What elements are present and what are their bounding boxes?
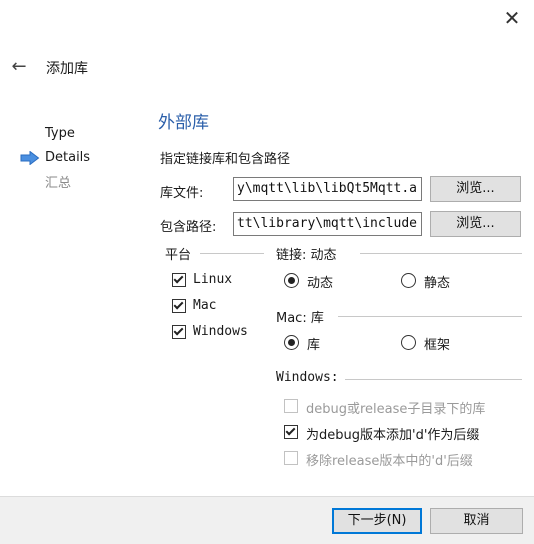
platform-mac-checkbox[interactable] xyxy=(172,299,186,313)
platform-linux-checkbox[interactable] xyxy=(172,273,186,287)
mac-library-label: 库 xyxy=(307,338,321,353)
current-step-arrow-icon xyxy=(20,151,40,165)
back-arrow-icon[interactable]: ← xyxy=(8,56,30,78)
linkage-static-label: 静态 xyxy=(424,276,451,291)
mac-library-radio[interactable] xyxy=(284,335,299,350)
windows-subdir-checkbox[interactable] xyxy=(284,399,298,413)
mac-framework-label: 框架 xyxy=(424,338,451,353)
platform-windows-checkbox[interactable] xyxy=(172,325,186,339)
page-intro: 指定链接库和包含路径 xyxy=(160,152,291,167)
include-path-input[interactable]: tt\library\mqtt\include xyxy=(233,212,422,236)
check-mark-icon xyxy=(173,299,184,310)
step-summary: 汇总 xyxy=(45,176,72,191)
radio-dot-icon xyxy=(288,277,295,284)
platform-group-title: 平台 xyxy=(165,244,196,263)
dialog-footer: 下一步(N) 取消 xyxy=(0,496,534,544)
step-details: Details xyxy=(45,150,91,165)
include-path-browse-button[interactable]: 浏览... xyxy=(430,211,521,237)
wizard-title: 添加库 xyxy=(46,61,88,77)
windows-group-title: Windows: xyxy=(276,370,343,385)
step-type: Type xyxy=(45,126,75,141)
platform-group-rule xyxy=(200,253,264,254)
linkage-static-radio[interactable] xyxy=(401,273,416,288)
linkage-dynamic-radio[interactable] xyxy=(284,273,299,288)
check-mark-icon xyxy=(173,325,184,336)
linkage-group-rule xyxy=(360,253,522,254)
platform-windows-label: Windows xyxy=(193,324,248,339)
library-file-browse-button[interactable]: 浏览... xyxy=(430,176,521,202)
radio-dot-icon xyxy=(288,339,295,346)
library-file-label: 库文件: xyxy=(160,186,204,201)
platform-mac-label: Mac xyxy=(193,298,217,313)
windows-debug-suffix-label: 为debug版本添加'd'作为后缀 xyxy=(306,428,480,443)
mac-framework-radio[interactable] xyxy=(401,335,416,350)
next-button[interactable]: 下一步(N) xyxy=(332,508,422,534)
windows-group-rule xyxy=(345,379,522,380)
windows-remove-suffix-checkbox[interactable] xyxy=(284,451,298,465)
platform-linux-label: Linux xyxy=(193,272,233,287)
windows-debug-suffix-checkbox[interactable] xyxy=(284,425,298,439)
check-mark-icon xyxy=(173,273,184,284)
mac-group-title: Mac: 库 xyxy=(276,307,328,326)
linkage-dynamic-label: 动态 xyxy=(307,276,334,291)
include-path-label: 包含路径: xyxy=(160,220,217,235)
library-file-input[interactable]: y\mqtt\lib\libQt5Mqtt.a xyxy=(233,177,422,201)
close-icon[interactable]: ✕ xyxy=(500,6,524,30)
windows-remove-suffix-label: 移除release版本中的'd'后缀 xyxy=(306,454,473,469)
linkage-group-title: 链接: 动态 xyxy=(276,244,341,263)
cancel-button[interactable]: 取消 xyxy=(430,508,523,534)
windows-subdir-label: debug或release子目录下的库 xyxy=(306,402,486,417)
check-mark-icon xyxy=(285,425,296,436)
mac-group-rule xyxy=(338,316,522,317)
page-title: 外部库 xyxy=(158,113,209,133)
